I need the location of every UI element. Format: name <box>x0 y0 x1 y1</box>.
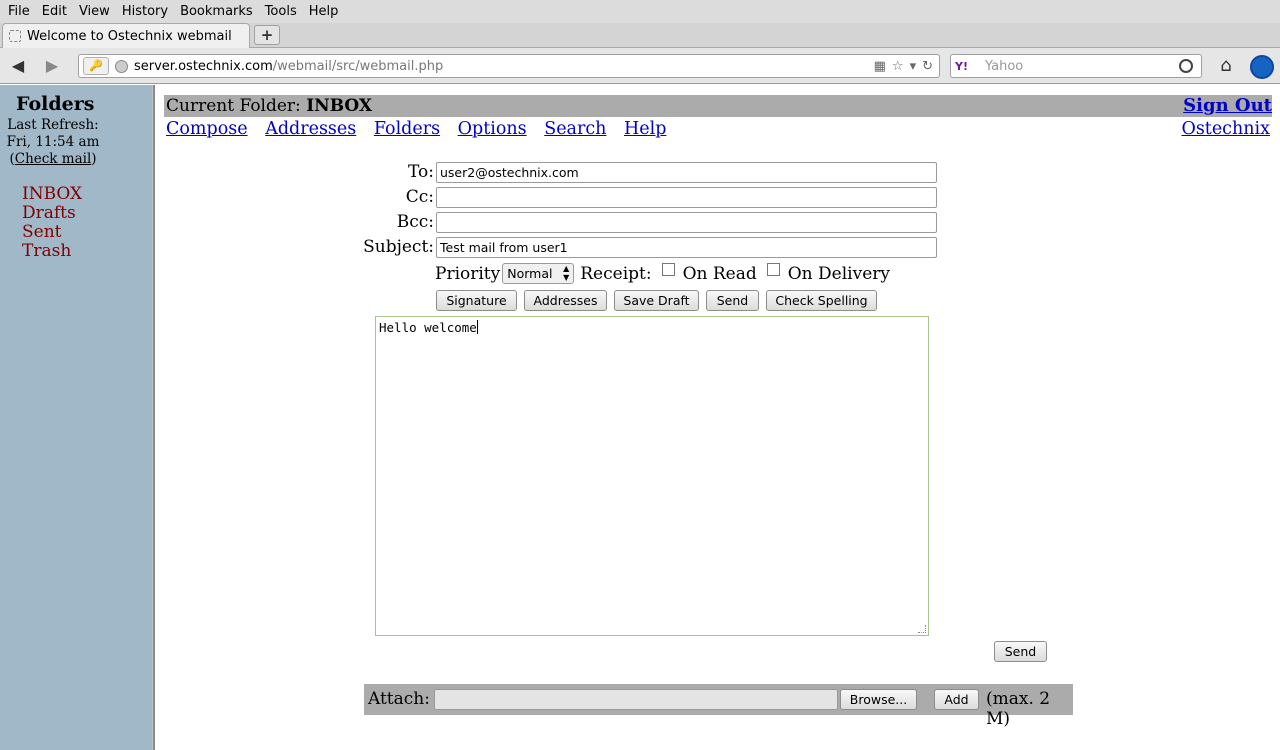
attach-bar: Attach: Browse... Add (max. 2 M) <box>364 684 1073 729</box>
message-text: Hello welcome <box>379 320 477 335</box>
folder-list: INBOX Drafts Sent Trash <box>22 185 82 261</box>
navigation-toolbar: ◀ ▶ 🔑 server.ostechnix.com/webmail/src/w… <box>0 48 1280 84</box>
check-mail-wrapper: (Check mail) <box>9 151 97 167</box>
tab-title: Welcome to Ostechnix webmail <box>27 28 232 44</box>
page-icon <box>9 30 21 42</box>
url-path: /webmail/src/webmail.php <box>272 58 444 74</box>
to-field[interactable]: user2@ostechnix.com <box>436 162 937 183</box>
last-refresh-label: Last Refresh: <box>7 117 99 133</box>
send-button-bottom[interactable]: Send <box>994 641 1047 662</box>
current-folder-bar: Current Folder: INBOX Sign Out <box>164 95 1272 117</box>
on-delivery-checkbox[interactable] <box>766 263 780 276</box>
nav-compose[interactable]: Compose <box>166 119 248 139</box>
reload-icon[interactable]: ↻ <box>922 59 933 74</box>
bookmark-star-icon[interactable]: ☆ <box>892 59 904 74</box>
signature-button[interactable]: Signature <box>436 290 517 311</box>
folders-title: Folders <box>16 93 95 115</box>
add-attachment-button[interactable]: Add <box>934 689 979 710</box>
send-button-top[interactable]: Send <box>706 290 759 311</box>
bcc-field[interactable] <box>436 212 937 233</box>
menu-file[interactable]: File <box>2 0 36 23</box>
search-input[interactable]: Yahoo <box>985 59 1179 74</box>
select-arrows-icon: ▲ ▼ <box>563 264 570 282</box>
subject-label: Subject: <box>363 237 434 257</box>
on-read-label: On Read <box>682 263 757 284</box>
feed-icon[interactable]: ▦ <box>874 59 886 74</box>
priority-row: Priority Normal ▲ ▼ Receipt: On Read On D… <box>435 263 890 284</box>
to-label: To: <box>408 162 434 182</box>
nav-help[interactable]: Help <box>624 119 666 139</box>
search-bar[interactable]: Y! Yahoo <box>950 54 1202 78</box>
menu-view[interactable]: View <box>73 0 116 23</box>
priority-value: Normal <box>507 266 553 281</box>
back-arrow-icon[interactable]: ◀ <box>8 56 28 76</box>
new-tab-button[interactable]: + <box>254 25 280 45</box>
last-refresh: Last Refresh: Fri, 11:54 am (Check mail) <box>0 117 106 168</box>
tab-strip: Welcome to Ostechnix webmail + <box>0 23 1280 48</box>
dropdown-arrow-icon[interactable]: ▾ <box>910 59 917 74</box>
main-nav: Compose Addresses Folders Options Search… <box>166 119 678 139</box>
subject-field[interactable]: Test mail from user1 <box>436 237 937 258</box>
message-body[interactable]: Hello welcome <box>375 316 929 636</box>
folder-trash[interactable]: Trash <box>22 242 82 261</box>
url-bar[interactable]: 🔑 server.ostechnix.com/webmail/src/webma… <box>78 54 940 78</box>
folder-pane: Folders Last Refresh: Fri, 11:54 am (Che… <box>0 85 152 750</box>
save-draft-button[interactable]: Save Draft <box>614 290 699 311</box>
browser-tab[interactable]: Welcome to Ostechnix webmail <box>2 23 250 48</box>
home-icon[interactable]: ⌂ <box>1216 56 1236 76</box>
url-host: server.ostechnix.com <box>134 58 273 74</box>
addon-icon[interactable] <box>1250 55 1274 79</box>
on-read-checkbox[interactable] <box>661 263 675 276</box>
url-text[interactable]: server.ostechnix.com/webmail/src/webmail… <box>134 59 874 74</box>
check-spelling-button[interactable]: Check Spelling <box>766 290 877 311</box>
menu-edit[interactable]: Edit <box>36 0 73 23</box>
receipt-label: Receipt: <box>580 263 652 284</box>
menu-help[interactable]: Help <box>303 0 345 23</box>
globe-icon <box>115 59 128 73</box>
sign-out-link[interactable]: Sign Out <box>1183 95 1272 116</box>
attach-file-field[interactable] <box>434 689 838 710</box>
menu-tools[interactable]: Tools <box>259 0 303 23</box>
priority-label: Priority <box>435 263 501 284</box>
cc-label: Cc: <box>405 187 434 207</box>
last-refresh-time: Fri, 11:54 am <box>6 134 100 150</box>
nav-search[interactable]: Search <box>544 119 606 139</box>
current-folder-label: Current Folder: <box>166 96 301 116</box>
folder-inbox[interactable]: INBOX <box>22 185 82 204</box>
forward-arrow-icon[interactable]: ▶ <box>42 56 62 76</box>
text-caret <box>476 320 478 334</box>
compose-pane: Current Folder: INBOX Sign Out Compose A… <box>156 85 1280 750</box>
search-icon[interactable] <box>1179 59 1193 73</box>
on-delivery-label: On Delivery <box>787 263 890 284</box>
yahoo-engine-icon[interactable]: Y! <box>955 60 985 73</box>
menu-bookmarks[interactable]: Bookmarks <box>174 0 259 23</box>
folder-sent[interactable]: Sent <box>22 223 82 242</box>
addresses-button[interactable]: Addresses <box>524 290 607 311</box>
priority-select[interactable]: Normal ▲ ▼ <box>502 263 575 284</box>
nav-folders[interactable]: Folders <box>374 119 440 139</box>
nav-options[interactable]: Options <box>458 119 527 139</box>
frame-divider[interactable] <box>152 85 155 750</box>
cc-field[interactable] <box>436 187 937 208</box>
check-mail-link[interactable]: Check mail <box>15 151 92 167</box>
resize-grip-icon[interactable] <box>918 625 926 633</box>
current-folder: Current Folder: INBOX <box>166 96 372 116</box>
bcc-label: Bcc: <box>396 212 434 232</box>
current-folder-name: INBOX <box>306 96 373 116</box>
menu-history[interactable]: History <box>116 0 174 23</box>
site-identity-icon[interactable]: 🔑 <box>83 57 109 75</box>
menu-bar: File Edit View History Bookmarks Tools H… <box>0 0 1280 23</box>
attach-label: Attach: <box>368 689 430 709</box>
max-size-note: (max. 2 M) <box>986 689 1051 729</box>
browse-button[interactable]: Browse... <box>840 689 917 710</box>
org-link[interactable]: Ostechnix <box>1181 119 1270 139</box>
folder-drafts[interactable]: Drafts <box>22 204 82 223</box>
nav-addresses[interactable]: Addresses <box>265 119 356 139</box>
